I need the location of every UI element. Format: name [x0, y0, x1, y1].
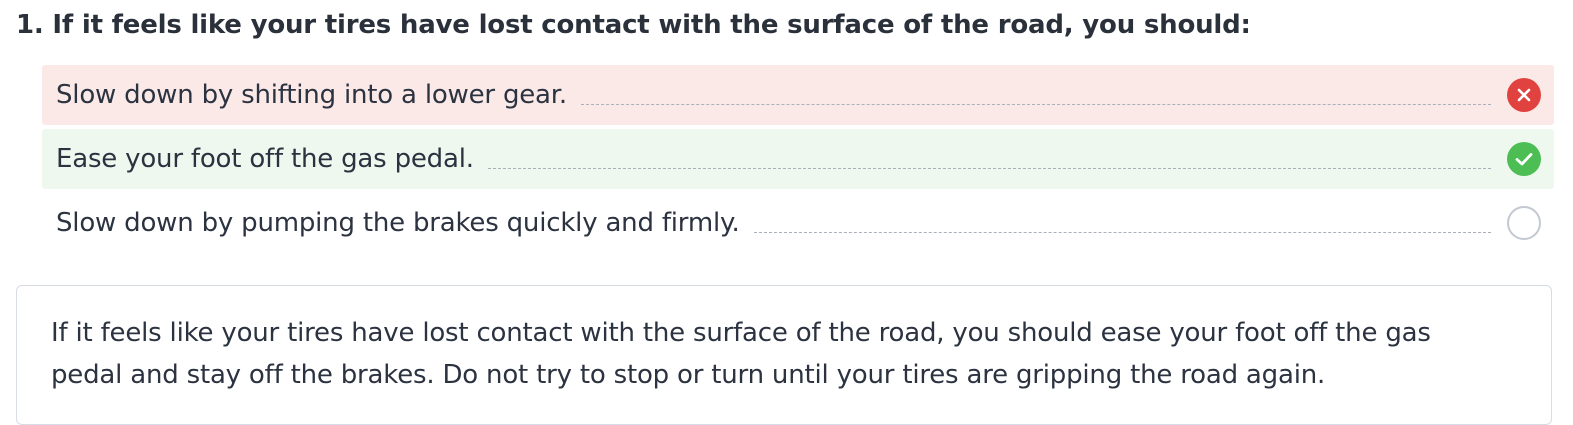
answer-option-incorrect[interactable]: Slow down by shifting into a lower gear.	[42, 65, 1554, 125]
dashed-leader	[753, 231, 1491, 233]
answer-text: Slow down by pumping the brakes quickly …	[56, 208, 740, 238]
dashed-leader	[580, 103, 1491, 105]
empty-circle-icon	[1507, 206, 1541, 240]
answer-list: Slow down by shifting into a lower gear.…	[42, 65, 1554, 257]
answer-option-correct[interactable]: Ease your foot off the gas pedal.	[42, 129, 1554, 189]
explanation-text: If it feels like your tires have lost co…	[51, 318, 1431, 390]
check-icon	[1507, 142, 1541, 176]
answer-text: Ease your foot off the gas pedal.	[56, 144, 474, 174]
answer-text: Slow down by shifting into a lower gear.	[56, 80, 567, 110]
answer-option-unselected[interactable]: Slow down by pumping the brakes quickly …	[42, 193, 1554, 253]
x-icon	[1507, 78, 1541, 112]
explanation-box: If it feels like your tires have lost co…	[16, 285, 1552, 425]
dashed-leader	[487, 167, 1491, 169]
question-title: 1. If it feels like your tires have lost…	[16, 10, 1251, 40]
